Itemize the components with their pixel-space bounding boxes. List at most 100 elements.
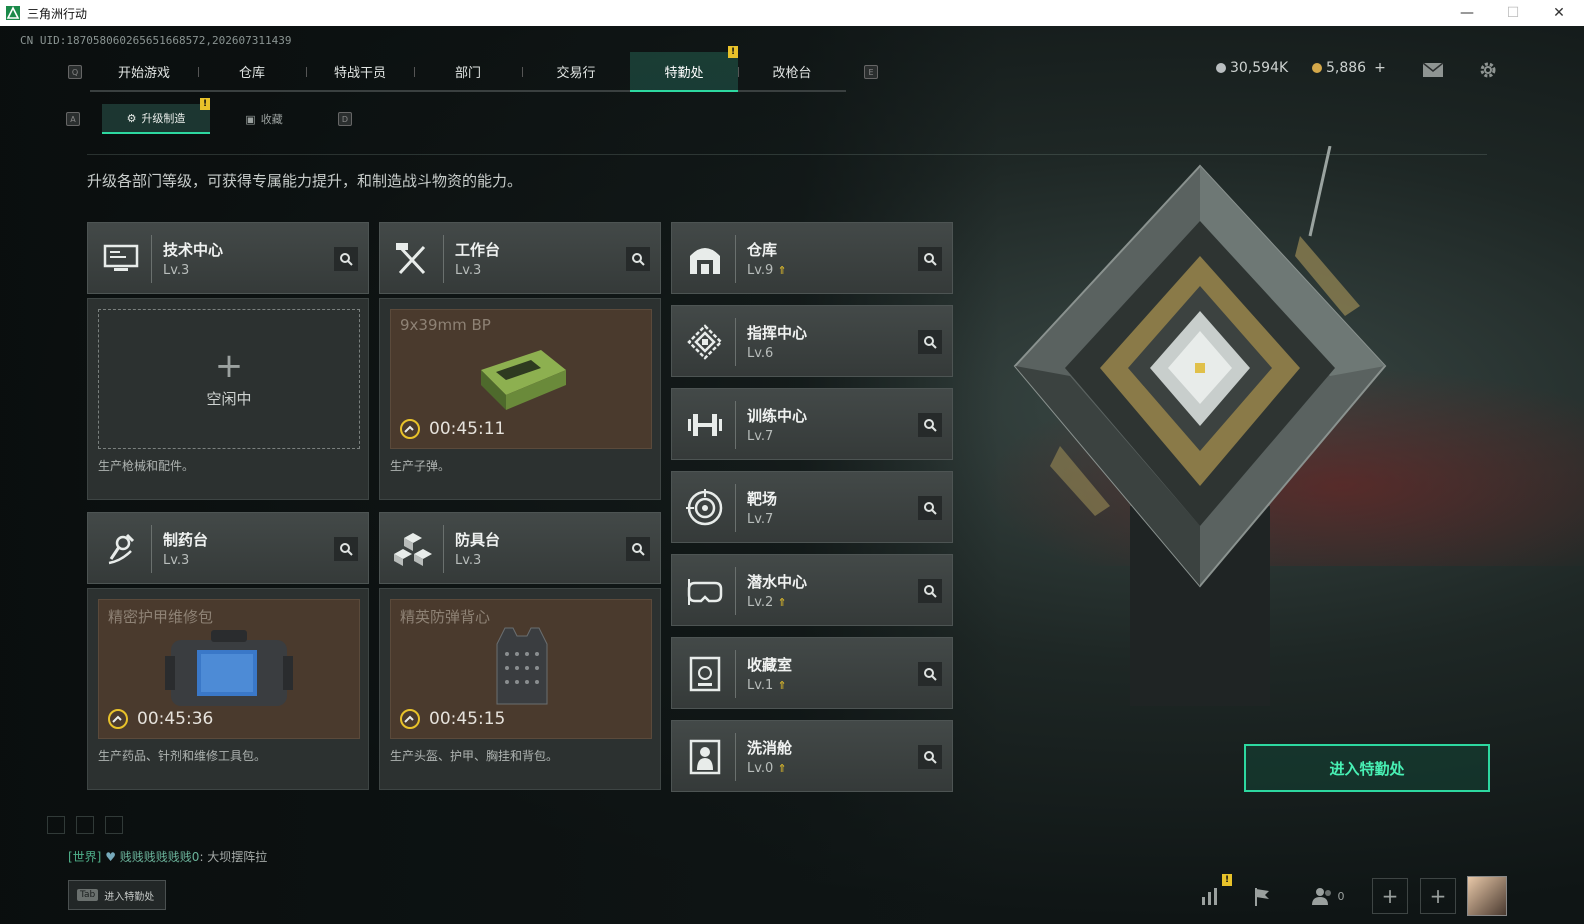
armor-vest-image xyxy=(496,627,548,705)
cubes-icon xyxy=(388,525,438,573)
dept-level-row: Lv.0 ⇑ xyxy=(747,761,787,776)
world-chat-line[interactable]: [世界] ♥ 贱贱贱贱贱贱0: 大坝摆阵拉 xyxy=(68,848,267,865)
dept-card-tech-center[interactable]: 技术中心 Lv.3 xyxy=(87,222,369,294)
separator xyxy=(735,650,736,698)
gear-icon: ⚙ xyxy=(126,111,137,125)
production-item[interactable]: 精密护甲维修包 00:45:36 xyxy=(98,599,360,739)
tab-department[interactable]: 部门 xyxy=(414,52,522,92)
friends-button[interactable]: 0 xyxy=(1306,878,1350,914)
item-name: 9x39mm BP xyxy=(400,316,491,334)
add-currency-button[interactable]: + xyxy=(1374,60,1386,76)
upgrade-available-icon: ⇑ xyxy=(777,264,787,277)
separator xyxy=(151,525,152,573)
production-timer: 00:45:15 xyxy=(399,708,505,730)
dept-card-armor[interactable]: 防具台 Lv.3 xyxy=(379,512,661,584)
settings-icon[interactable] xyxy=(1478,60,1498,84)
timer-icon xyxy=(400,419,420,439)
d-key-hint[interactable]: D xyxy=(338,112,352,126)
close-button[interactable]: ✕ xyxy=(1536,0,1582,26)
tab-label: 交易行 xyxy=(556,65,596,81)
repair-kit-image xyxy=(165,630,293,706)
q-key-hint: Q xyxy=(68,65,82,79)
dept-name: 防具台 xyxy=(455,531,501,549)
dept-name: 工作台 xyxy=(455,241,501,259)
separator xyxy=(735,401,736,449)
mail-icon[interactable] xyxy=(1422,62,1444,82)
subtab-upgrade-craft[interactable]: ⚙ 升级制造 ! xyxy=(102,98,210,134)
search-icon[interactable] xyxy=(918,579,942,603)
a-key-hint[interactable]: A xyxy=(66,112,80,126)
search-icon[interactable] xyxy=(918,413,942,437)
app-logo-icon xyxy=(5,5,21,21)
microscope-icon xyxy=(96,525,146,573)
stats-icon[interactable]: ! xyxy=(1192,874,1232,914)
silver-currency: 30,594K xyxy=(1216,60,1288,76)
dept-level: Lv.1 xyxy=(747,678,774,693)
search-icon[interactable] xyxy=(626,247,650,271)
plus-icon: + xyxy=(1429,884,1447,908)
search-icon[interactable] xyxy=(334,247,358,271)
warehouse-icon xyxy=(680,235,730,283)
tab-key-hint[interactable]: Tab 进入特勤处 xyxy=(68,880,166,910)
collection-icon: ▣ xyxy=(245,112,256,126)
dept-name: 潜水中心 xyxy=(747,573,808,591)
dept-name: 收藏室 xyxy=(747,656,793,674)
dept-level: Lv.3 xyxy=(455,553,482,568)
production-slot-armor[interactable]: 精英防弹背心 00:45:15 生产头盔、护甲、胸挂和背包。 xyxy=(379,588,661,790)
production-item[interactable]: 9x39mm BP 00:45:11 xyxy=(390,309,652,449)
production-slot-tech-center[interactable]: + 空闲中 生产枪械和配件。 xyxy=(87,298,369,500)
diving-mask-icon xyxy=(680,567,730,615)
tab-start-game[interactable]: 开始游戏 xyxy=(90,52,198,92)
separator xyxy=(735,235,736,283)
tab-warehouse[interactable]: 仓库 xyxy=(198,52,306,92)
dept-name: 制药台 xyxy=(163,531,209,549)
nav-next-key[interactable]: E xyxy=(846,52,896,92)
dept-level-row: Lv.1 ⇑ xyxy=(747,678,787,693)
user-uid: CN UID:187058060265651668572,20260731143… xyxy=(20,34,292,47)
enter-special-ops-button[interactable]: 进入特勤处 xyxy=(1244,744,1490,792)
search-icon[interactable] xyxy=(918,496,942,520)
nav-prev-key[interactable]: Q xyxy=(60,52,90,92)
dept-card-warehouse[interactable]: 仓库 Lv.9 ⇑ xyxy=(671,222,953,294)
dept-card-pharmacy[interactable]: 制药台 Lv.3 xyxy=(87,512,369,584)
search-icon[interactable] xyxy=(918,662,942,686)
dept-card-diving[interactable]: 潜水中心 Lv.2 ⇑ xyxy=(671,554,953,626)
collection-icon xyxy=(680,650,730,698)
dept-card-range[interactable]: 靶场 Lv.7 xyxy=(671,471,953,543)
tab-trading[interactable]: 交易行 xyxy=(522,52,630,92)
dept-card-training[interactable]: 训练中心 Lv.7 xyxy=(671,388,953,460)
search-icon[interactable] xyxy=(918,745,942,769)
production-item[interactable]: 精英防弹背心 00:45:15 xyxy=(390,599,652,739)
production-slot-workbench[interactable]: 9x39mm BP 00:45:11 生产子弹。 xyxy=(379,298,661,500)
hud-square xyxy=(47,816,65,834)
tab-special-ops[interactable]: 特勤处 ! xyxy=(630,46,738,92)
dept-card-command[interactable]: 指挥中心 Lv.6 xyxy=(671,305,953,377)
dept-card-collection[interactable]: 收藏室 Lv.1 ⇑ xyxy=(671,637,953,709)
subtab-collection[interactable]: ▣ 收藏 xyxy=(210,104,318,134)
window-titlebar: 三角洲行动 — ☐ ✕ xyxy=(0,0,1584,26)
dept-level: Lv.9 xyxy=(747,263,774,278)
maximize-button[interactable]: ☐ xyxy=(1490,0,1536,26)
flag-icon[interactable] xyxy=(1244,878,1280,914)
search-icon[interactable] xyxy=(334,537,358,561)
idle-slot[interactable]: + 空闲中 xyxy=(98,309,360,449)
add-slot-button[interactable]: + xyxy=(1420,878,1456,914)
tab-gunsmith[interactable]: 改枪台 xyxy=(738,52,846,92)
avatar[interactable] xyxy=(1467,876,1507,916)
dept-card-decon[interactable]: 洗消舱 Lv.0 ⇑ xyxy=(671,720,953,792)
tab-operators[interactable]: 特战干员 xyxy=(306,52,414,92)
tab-label: 特勤处 xyxy=(664,65,704,81)
production-slot-pharmacy[interactable]: 精密护甲维修包 00:45:36 生产药品、针剂和维修工具包。 xyxy=(87,588,369,790)
add-slot-button[interactable]: + xyxy=(1372,878,1408,914)
friends-count: 0 xyxy=(1337,889,1345,903)
window-title: 三角洲行动 xyxy=(27,6,88,21)
monitor-icon xyxy=(96,235,146,283)
dept-level-row: Lv.2 ⇑ xyxy=(747,595,787,610)
minimize-button[interactable]: — xyxy=(1444,0,1490,26)
dumbbell-icon xyxy=(680,401,730,449)
dept-card-workbench[interactable]: 工作台 Lv.3 xyxy=(379,222,661,294)
search-icon[interactable] xyxy=(918,330,942,354)
decon-icon xyxy=(680,733,730,781)
search-icon[interactable] xyxy=(918,247,942,271)
search-icon[interactable] xyxy=(626,537,650,561)
